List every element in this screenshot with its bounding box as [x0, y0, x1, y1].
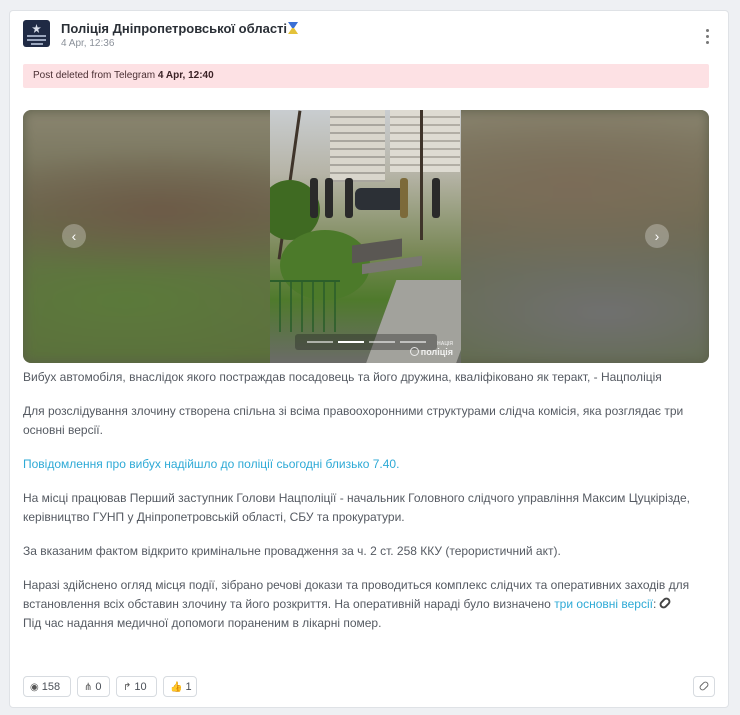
post-link-versions[interactable]: три основні версії — [554, 597, 653, 611]
channel-avatar[interactable] — [23, 20, 50, 47]
post-photo[interactable]: НАЦІЯ поліція — [270, 110, 461, 363]
more-options-icon[interactable] — [701, 27, 713, 45]
avatar-text-line — [31, 43, 43, 45]
photo-person — [400, 178, 408, 218]
carousel-next-button[interactable]: › — [645, 224, 669, 248]
link-icon — [698, 680, 710, 692]
shares-counter[interactable]: ⋔ 0 — [77, 676, 110, 697]
post-footer: ◉ 158 ⋔ 0 ↱ 10 👍 1 — [23, 676, 715, 698]
share-nodes-icon: ⋔ — [84, 682, 93, 693]
photo-person — [345, 178, 353, 218]
photo-tree — [420, 110, 423, 240]
post-paragraph: Наразі здійснено огляд місця події, зібр… — [23, 578, 690, 611]
post-paragraph: Вибух автомобіля, внаслідок якого постра… — [23, 370, 662, 384]
views-counter[interactable]: ◉ 158 — [23, 676, 71, 697]
post-paragraph: На місці працював Перший заступник Голов… — [23, 491, 691, 524]
carousel-dot-active[interactable] — [338, 341, 364, 343]
deleted-post-alert: Post deleted from Telegram 4 Apr, 12:40 — [23, 64, 709, 88]
forwards-counter[interactable]: ↱ 10 — [116, 676, 157, 697]
media-carousel[interactable]: НАЦІЯ поліція ‹ › — [23, 110, 709, 363]
alert-text: Post deleted from Telegram — [33, 70, 156, 81]
post-paragraph: За вказаним фактом відкрито кримінальне … — [23, 544, 561, 558]
thumbs-up-icon: 👍 — [170, 682, 183, 693]
police-star-icon — [32, 24, 41, 33]
avatar-text-line — [27, 35, 46, 37]
post-paragraph: Для розслідування злочину створена спіль… — [23, 404, 684, 437]
photo-person — [325, 178, 333, 218]
photo-fence — [270, 280, 340, 332]
post-text: Вибух автомобіля, внаслідок якого постра… — [23, 368, 713, 633]
copy-link-button[interactable] — [693, 676, 715, 697]
paperclip-emoji-icon — [658, 595, 673, 611]
carousel-dot[interactable] — [307, 341, 333, 343]
post-time: 4 Apr, 12:36 — [61, 38, 115, 49]
photo-building — [330, 110, 385, 182]
photo-car — [355, 188, 405, 210]
photo-person — [310, 178, 318, 218]
forward-arrow-icon: ↱ — [123, 682, 132, 693]
eye-icon: ◉ — [30, 682, 39, 693]
carousel-prev-button[interactable]: ‹ — [62, 224, 86, 248]
post-card: Поліція Дніпропетровської області 4 Apr,… — [9, 10, 729, 708]
reactions-counter[interactable]: 👍 1 — [163, 676, 197, 697]
channel-name[interactable]: Поліція Дніпропетровської області — [61, 21, 299, 36]
police-watermark: НАЦІЯ поліція — [409, 341, 453, 357]
hourglass-emoji-icon — [288, 22, 299, 34]
post-header: Поліція Дніпропетровської області 4 Apr,… — [23, 20, 715, 60]
photo-building — [390, 110, 460, 172]
carousel-dot[interactable] — [369, 341, 395, 343]
avatar-text-line — [27, 39, 46, 41]
alert-date: 4 Apr, 12:40 — [157, 70, 214, 81]
photo-person — [432, 178, 440, 218]
police-logo-icon — [409, 347, 419, 356]
post-paragraph: Під час надання медичної допомоги поране… — [23, 616, 382, 630]
post-link-report[interactable]: Повідомлення про вибух надійшло до поліц… — [23, 457, 399, 471]
